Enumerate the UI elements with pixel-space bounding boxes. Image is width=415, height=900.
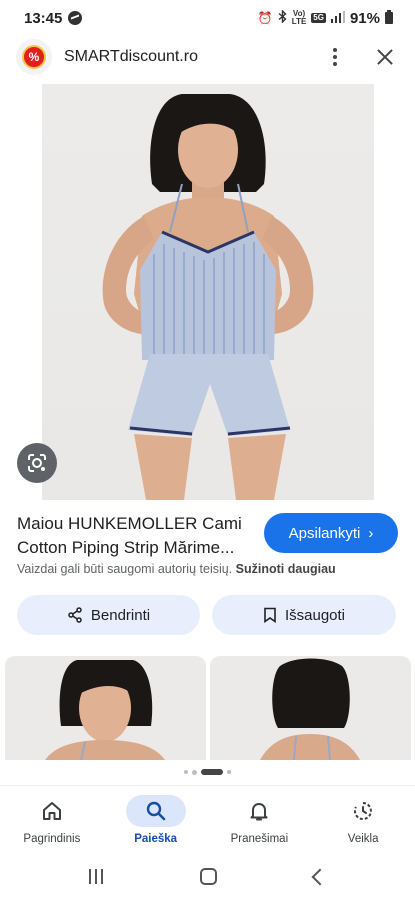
- more-options-icon[interactable]: [321, 43, 349, 71]
- bluetooth-icon: [278, 9, 287, 26]
- lens-icon: [28, 454, 46, 472]
- site-name[interactable]: SMARTdiscount.ro: [64, 48, 321, 66]
- save-button[interactable]: Išsaugoti: [212, 595, 396, 635]
- visit-button-label: Apsilankyti: [288, 524, 361, 542]
- bookmark-icon: [264, 607, 276, 623]
- carousel-indicator: [0, 769, 415, 775]
- carousel-dot-active: [201, 769, 223, 775]
- recents-icon[interactable]: [88, 869, 103, 884]
- battery-percent: 91%: [349, 9, 380, 27]
- network-5g-indicator: 5G: [311, 13, 326, 23]
- related-photo-back: [260, 658, 360, 760]
- nav-label-search: Paieška: [134, 832, 178, 845]
- alarm-icon: ⏰: [257, 11, 273, 25]
- nav-item-home[interactable]: Pagrindinis: [0, 786, 104, 853]
- back-icon[interactable]: [311, 868, 329, 885]
- copyright-text: Vaizdai gali būti saugomi autorių teisių…: [17, 562, 233, 576]
- messenger-icon: [68, 11, 83, 25]
- status-bar: 13:45 ⏰ Vo) LTE 5G 91%: [0, 0, 415, 36]
- related-photo-front: [45, 660, 165, 760]
- carousel-dot: [192, 769, 197, 775]
- signal-icon: [330, 10, 345, 26]
- battery-icon: [385, 10, 393, 24]
- nav-item-notifications[interactable]: Pranešimai: [208, 786, 312, 853]
- close-icon[interactable]: [371, 43, 399, 71]
- home-icon: [42, 801, 61, 820]
- copyright-notice: Vaizdai gali būti saugomi autorių teisių…: [17, 562, 336, 576]
- volte-indicator: Vo) LTE: [291, 9, 307, 26]
- search-icon: [146, 801, 165, 820]
- nav-label-notifications: Pranešimai: [230, 832, 289, 845]
- related-image-thumbnail[interactable]: [5, 656, 206, 760]
- nav-label-home: Pagrindinis: [23, 832, 81, 845]
- carousel-dot: [184, 770, 188, 774]
- save-button-label: Išsaugoti: [284, 606, 346, 624]
- share-icon: [68, 607, 82, 623]
- product-photo-illustration: [102, 94, 314, 500]
- share-button-label: Bendrinti: [90, 606, 151, 624]
- bell-icon: [250, 802, 268, 820]
- carousel-dot: [227, 770, 231, 774]
- share-button[interactable]: Bendrinti: [17, 595, 200, 635]
- visit-button[interactable]: Apsilankyti ›: [264, 513, 398, 553]
- chevron-right-icon: ›: [368, 524, 374, 542]
- nav-label-activity: Veikla: [347, 832, 379, 845]
- top-app-bar: % SMARTdiscount.ro: [0, 36, 415, 78]
- lens-search-button[interactable]: [17, 443, 57, 483]
- nav-item-activity[interactable]: Veikla: [311, 786, 415, 853]
- system-navigation-bar: [0, 853, 415, 900]
- learn-more-link[interactable]: Sužinoti daugiau: [236, 562, 336, 576]
- product-title-row: Maiou HUNKEMOLLER Cami Cotton Piping Str…: [17, 512, 402, 560]
- home-button-icon[interactable]: [199, 868, 217, 885]
- site-logo[interactable]: %: [16, 39, 52, 75]
- related-image-thumbnail[interactable]: [210, 656, 411, 760]
- bottom-navigation: Pagrindinis Paieška Pranešimai Veikla: [0, 785, 415, 853]
- nav-item-search[interactable]: Paieška: [104, 786, 208, 853]
- site-logo-mark: %: [22, 45, 46, 69]
- product-title[interactable]: Maiou HUNKEMOLLER Cami Cotton Piping Str…: [17, 512, 257, 560]
- product-image[interactable]: [42, 84, 374, 500]
- status-time: 13:45: [24, 9, 63, 27]
- activity-icon: [354, 801, 373, 820]
